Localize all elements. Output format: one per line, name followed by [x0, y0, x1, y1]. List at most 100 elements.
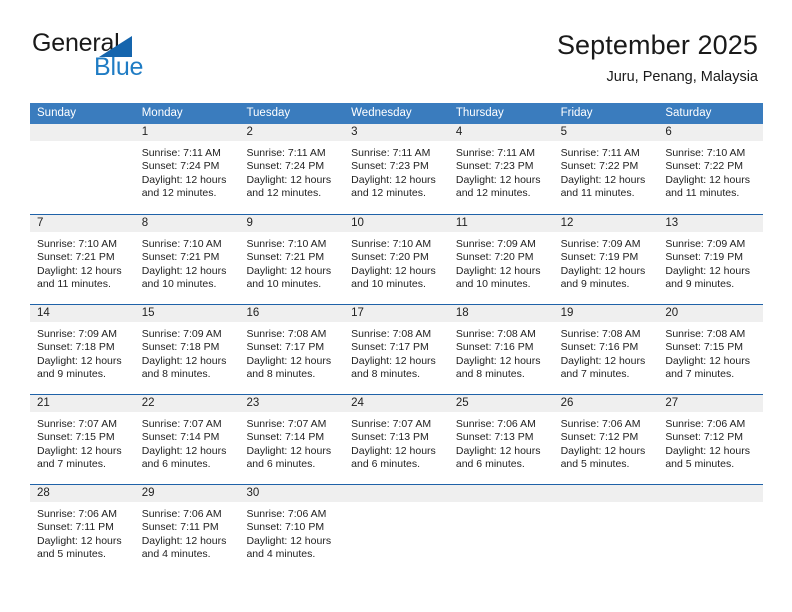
day-number: 3 [344, 124, 449, 141]
day-cell [344, 485, 449, 574]
day-cell[interactable]: 1 Sunrise: 7:11 AM Sunset: 7:24 PM Dayli… [134, 124, 240, 214]
day-cell[interactable]: 3 Sunrise: 7:11 AM Sunset: 7:23 PM Dayli… [344, 124, 449, 214]
sunrise-text: Sunrise: 7:09 AM [665, 238, 746, 250]
day-details: Sunrise: 7:08 AM Sunset: 7:15 PM Dayligh… [658, 322, 763, 382]
daylight-text-line2: and 11 minutes. [560, 187, 635, 200]
day-number: 23 [239, 395, 345, 412]
day-number: 25 [448, 395, 554, 412]
day-number: 28 [30, 485, 135, 502]
day-cell[interactable]: 19 Sunrise: 7:08 AM Sunset: 7:16 PM Dayl… [553, 305, 659, 394]
sunset-text: Sunset: 7:19 PM [665, 251, 743, 264]
daylight-text-line1: Daylight: 12 hours [560, 354, 646, 367]
day-cell[interactable]: 13 Sunrise: 7:09 AM Sunset: 7:19 PM Dayl… [658, 215, 764, 304]
daylight-text-line1: Daylight: 12 hours [37, 534, 122, 547]
daylight-text-line1: Daylight: 12 hours [455, 444, 541, 457]
general-blue-logo[interactable]: General Blue [32, 31, 232, 87]
daylight-text-line2: and 6 minutes. [351, 458, 421, 471]
sunrise-text: Sunrise: 7:06 AM [37, 508, 117, 520]
sunrise-text: Sunrise: 7:09 AM [37, 328, 117, 340]
daylight-text-line2: and 6 minutes. [141, 458, 211, 471]
weekday-header-row: Sunday Monday Tuesday Wednesday Thursday… [30, 103, 763, 124]
day-details: Sunrise: 7:11 AM Sunset: 7:23 PM Dayligh… [344, 141, 449, 201]
day-number: 27 [658, 395, 764, 412]
day-cell[interactable]: 11 Sunrise: 7:09 AM Sunset: 7:20 PM Dayl… [448, 215, 554, 304]
day-details: Sunrise: 7:08 AM Sunset: 7:17 PM Dayligh… [239, 322, 344, 382]
day-number: 17 [344, 305, 449, 322]
day-cell[interactable]: 9 Sunrise: 7:10 AM Sunset: 7:21 PM Dayli… [239, 215, 345, 304]
day-details: Sunrise: 7:06 AM Sunset: 7:13 PM Dayligh… [449, 412, 554, 472]
day-cell[interactable]: 27 Sunrise: 7:06 AM Sunset: 7:12 PM Dayl… [658, 395, 764, 484]
day-details: Sunrise: 7:09 AM Sunset: 7:18 PM Dayligh… [30, 322, 135, 382]
calendar-page: General Blue September 2025 Juru, Penang… [0, 0, 792, 612]
daylight-text-line2: and 12 minutes. [351, 187, 426, 200]
sunset-text: Sunset: 7:17 PM [246, 341, 325, 354]
day-cell[interactable]: 16 Sunrise: 7:08 AM Sunset: 7:17 PM Dayl… [239, 305, 345, 394]
day-cell[interactable]: 26 Sunrise: 7:06 AM Sunset: 7:12 PM Dayl… [553, 395, 659, 484]
day-number: 1 [134, 124, 240, 141]
day-number: 26 [553, 395, 659, 412]
daylight-text-line1: Daylight: 12 hours [37, 264, 122, 277]
daylight-text-line2: and 9 minutes. [560, 278, 630, 291]
day-cell[interactable]: 21 Sunrise: 7:07 AM Sunset: 7:15 PM Dayl… [30, 395, 135, 484]
sunrise-text: Sunrise: 7:07 AM [141, 418, 222, 430]
day-cell[interactable]: 29 Sunrise: 7:06 AM Sunset: 7:11 PM Dayl… [134, 485, 240, 574]
day-cell[interactable]: 30 Sunrise: 7:06 AM Sunset: 7:10 PM Dayl… [239, 485, 345, 574]
day-details: Sunrise: 7:11 AM Sunset: 7:23 PM Dayligh… [449, 141, 554, 201]
day-cell[interactable]: 22 Sunrise: 7:07 AM Sunset: 7:14 PM Dayl… [134, 395, 240, 484]
sunset-text: Sunset: 7:18 PM [141, 341, 220, 354]
day-details: Sunrise: 7:09 AM Sunset: 7:19 PM Dayligh… [658, 232, 763, 292]
daylight-text-line1: Daylight: 12 hours [665, 264, 750, 277]
day-cell[interactable]: 2 Sunrise: 7:11 AM Sunset: 7:24 PM Dayli… [239, 124, 345, 214]
daylight-text-line1: Daylight: 12 hours [141, 444, 227, 457]
sunrise-text: Sunrise: 7:07 AM [37, 418, 117, 430]
sunrise-text: Sunrise: 7:09 AM [455, 238, 536, 250]
day-details [30, 141, 135, 147]
weekday-header-tuesday: Tuesday [246, 107, 291, 119]
sunset-text: Sunset: 7:14 PM [246, 431, 325, 444]
sunset-text: Sunset: 7:10 PM [246, 521, 325, 534]
sunrise-text: Sunrise: 7:08 AM [455, 328, 536, 340]
page-subtitle-location: Juru, Penang, Malaysia [606, 69, 758, 86]
daylight-text-line1: Daylight: 12 hours [455, 173, 541, 186]
day-cell[interactable]: 25 Sunrise: 7:06 AM Sunset: 7:13 PM Dayl… [448, 395, 554, 484]
day-cell[interactable]: 12 Sunrise: 7:09 AM Sunset: 7:19 PM Dayl… [553, 215, 659, 304]
daylight-text-line1: Daylight: 12 hours [560, 444, 646, 457]
day-number: 4 [448, 124, 554, 141]
day-cell[interactable]: 4 Sunrise: 7:11 AM Sunset: 7:23 PM Dayli… [448, 124, 554, 214]
day-cell[interactable]: 24 Sunrise: 7:07 AM Sunset: 7:13 PM Dayl… [344, 395, 449, 484]
sunset-text: Sunset: 7:13 PM [351, 431, 429, 444]
sunset-text: Sunset: 7:21 PM [141, 251, 220, 264]
day-cell[interactable]: 23 Sunrise: 7:07 AM Sunset: 7:14 PM Dayl… [239, 395, 345, 484]
day-details: Sunrise: 7:06 AM Sunset: 7:10 PM Dayligh… [239, 502, 344, 562]
day-cell[interactable]: 20 Sunrise: 7:08 AM Sunset: 7:15 PM Dayl… [658, 305, 764, 394]
sunset-text: Sunset: 7:11 PM [141, 521, 219, 534]
day-cell[interactable]: 6 Sunrise: 7:10 AM Sunset: 7:22 PM Dayli… [658, 124, 764, 214]
day-details: Sunrise: 7:08 AM Sunset: 7:16 PM Dayligh… [554, 322, 659, 382]
day-cell[interactable]: 17 Sunrise: 7:08 AM Sunset: 7:17 PM Dayl… [344, 305, 449, 394]
day-cell[interactable]: 5 Sunrise: 7:11 AM Sunset: 7:22 PM Dayli… [553, 124, 659, 214]
sunrise-text: Sunrise: 7:07 AM [351, 418, 432, 430]
daylight-text-line1: Daylight: 12 hours [37, 444, 122, 457]
day-details: Sunrise: 7:10 AM Sunset: 7:21 PM Dayligh… [30, 232, 135, 292]
day-cell[interactable]: 18 Sunrise: 7:08 AM Sunset: 7:16 PM Dayl… [448, 305, 554, 394]
day-number: 9 [239, 215, 345, 232]
day-cell[interactable]: 28 Sunrise: 7:06 AM Sunset: 7:11 PM Dayl… [30, 485, 135, 574]
sunrise-text: Sunrise: 7:10 AM [246, 238, 327, 250]
daylight-text-line2: and 12 minutes. [246, 187, 322, 200]
daylight-text-line1: Daylight: 12 hours [141, 534, 227, 547]
sunset-text: Sunset: 7:18 PM [37, 341, 115, 354]
week-row: 14 Sunrise: 7:09 AM Sunset: 7:18 PM Dayl… [30, 304, 764, 394]
daylight-text-line1: Daylight: 12 hours [665, 173, 750, 186]
daylight-text-line1: Daylight: 12 hours [246, 354, 332, 367]
day-cell[interactable]: 8 Sunrise: 7:10 AM Sunset: 7:21 PM Dayli… [134, 215, 240, 304]
day-number [344, 485, 449, 502]
day-cell[interactable]: 15 Sunrise: 7:09 AM Sunset: 7:18 PM Dayl… [134, 305, 240, 394]
sunrise-text: Sunrise: 7:11 AM [246, 147, 326, 159]
day-details: Sunrise: 7:07 AM Sunset: 7:14 PM Dayligh… [135, 412, 240, 472]
day-cell[interactable]: 7 Sunrise: 7:10 AM Sunset: 7:21 PM Dayli… [30, 215, 135, 304]
day-cell[interactable]: 10 Sunrise: 7:10 AM Sunset: 7:20 PM Dayl… [344, 215, 449, 304]
day-cell[interactable]: 14 Sunrise: 7:09 AM Sunset: 7:18 PM Dayl… [30, 305, 135, 394]
sunset-text: Sunset: 7:20 PM [455, 251, 534, 264]
day-number: 20 [658, 305, 764, 322]
sunset-text: Sunset: 7:15 PM [665, 341, 743, 354]
